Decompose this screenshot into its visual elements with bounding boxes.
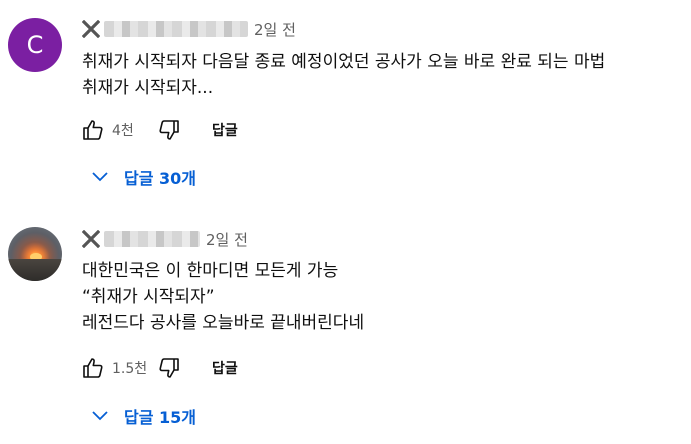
dislike-button[interactable] (154, 353, 184, 383)
view-replies-button[interactable]: 답글 15개 (92, 404, 196, 428)
x-mark-icon (82, 20, 100, 38)
view-replies-button[interactable]: 답글 30개 (92, 165, 196, 189)
chevron-down-icon (92, 172, 108, 182)
comment-line: 취재가 시작되자... (82, 78, 214, 98)
reply-button[interactable]: 답글 (212, 358, 238, 378)
like-button[interactable] (78, 353, 108, 383)
like-count: 1.5천 (112, 361, 148, 377)
avatar[interactable]: C (8, 18, 62, 72)
x-mark-icon (82, 230, 100, 248)
comment-header: 2일 전 (82, 228, 248, 250)
redacted-username[interactable] (104, 21, 248, 37)
comment-text: 대한민국은 이 한마디면 모든게 가능 “취재가 시작되자” 레전드다 공사를 … (82, 258, 364, 336)
dislike-button[interactable] (154, 115, 184, 145)
like-count: 4천 (112, 123, 134, 139)
comment-line: 대한민국은 이 한마디면 모든게 가능 (82, 261, 339, 281)
comment-header: 2일 전 (82, 18, 296, 40)
view-replies-label: 답글 15개 (124, 408, 196, 427)
comment-line: “취재가 시작되자” (82, 287, 215, 307)
chevron-down-icon (92, 411, 108, 421)
redacted-username[interactable] (104, 231, 200, 247)
thumbs-down-icon (159, 358, 179, 378)
comment-actions: 4천 답글 (78, 114, 238, 146)
thumbs-up-icon (83, 120, 103, 140)
thumbs-up-icon (83, 358, 103, 378)
avatar[interactable] (8, 227, 62, 281)
reply-button[interactable]: 답글 (212, 120, 238, 140)
comment-line: 레전드다 공사를 오늘바로 끝내버린다네 (82, 313, 365, 333)
comment-line: 취재가 시작되자 다음달 종료 예정이었던 공사가 오늘 바로 완료 되는 마법 (82, 52, 606, 72)
thumbs-down-icon (159, 120, 179, 140)
comment-time[interactable]: 2일 전 (254, 19, 296, 40)
view-replies-label: 답글 30개 (124, 169, 196, 188)
comment-actions: 1.5천 답글 (78, 352, 238, 384)
comment-text: 취재가 시작되자 다음달 종료 예정이었던 공사가 오늘 바로 완료 되는 마법… (82, 49, 605, 101)
avatar-letter: C (26, 31, 44, 59)
like-button[interactable] (78, 115, 108, 145)
comment-time[interactable]: 2일 전 (206, 229, 248, 250)
avatar-ground (8, 259, 62, 281)
